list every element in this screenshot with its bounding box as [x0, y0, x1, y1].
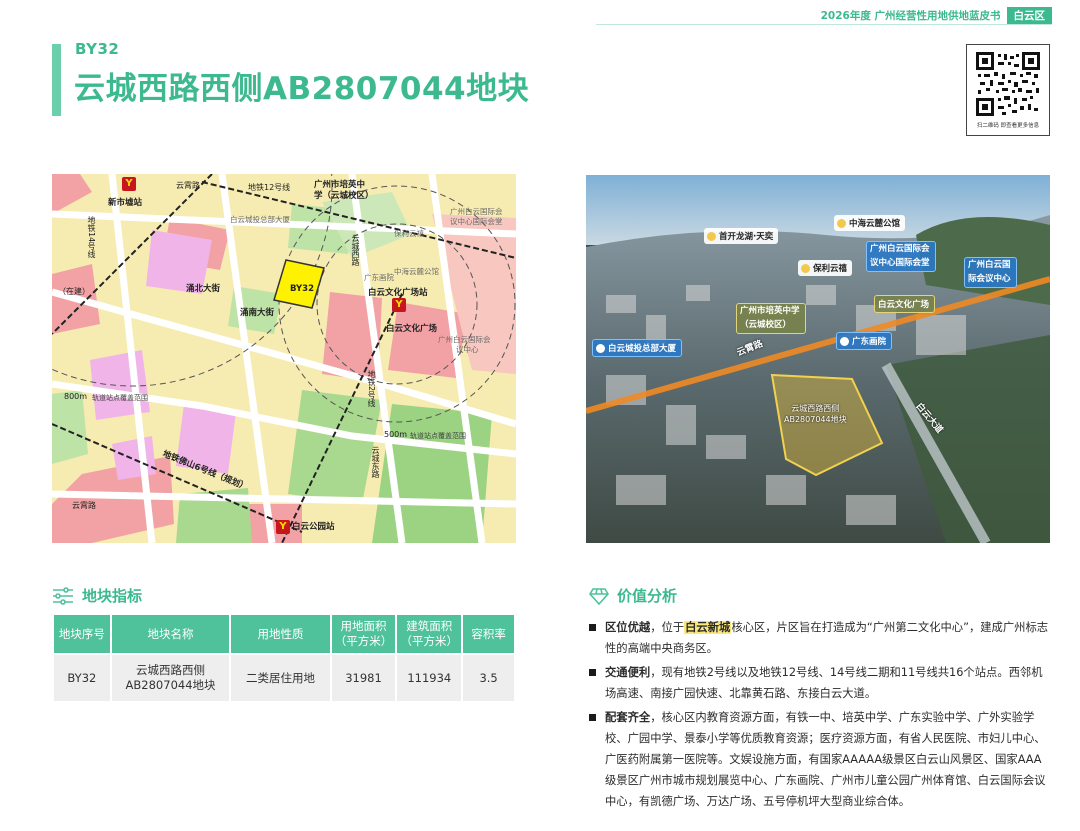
- map-label: 广东画院: [364, 273, 394, 282]
- column-header: 用地面积 （平方米）: [329, 613, 398, 655]
- cell-far: 3.5: [461, 653, 516, 703]
- map-label: 学（云城校区）: [314, 191, 374, 201]
- map-label: BY32: [290, 284, 314, 294]
- map-label: 云霄路: [176, 181, 200, 190]
- location-pin-icon: [837, 218, 846, 228]
- metro-station-icon: Y: [392, 298, 406, 312]
- cell-floor-area: 111934: [395, 653, 464, 703]
- page-title: 云城西路西侧AB2807044地块: [74, 71, 530, 107]
- map-label: 议中心: [456, 345, 479, 354]
- map-label: 800m: [64, 392, 88, 401]
- analysis-heading: 价值分析: [589, 585, 677, 606]
- map-label: 议中心国际会堂: [450, 217, 503, 226]
- map-label: 白云公园站: [292, 522, 335, 532]
- aerial-photo: 首开龙湖·天奕 中海云麓公馆 保利云禧 广州白云国际会 议中心国际会堂 广州白云国…: [586, 175, 1050, 543]
- bullet-square-icon: [589, 714, 596, 721]
- photo-poi-tag: 保利云禧: [798, 260, 853, 276]
- series-title: 2026年度 广州经营性用地供地蓝皮书: [820, 9, 1001, 22]
- photo-poi-tag: 首开龙湖·天奕: [704, 228, 779, 244]
- qr-code-box[interactable]: 扫二维码 即查看更多信息: [966, 44, 1050, 136]
- list-item: 配套齐全，核心区内教育资源方面，有铁一中、培英中学、广东实验中学、广外实验学校、…: [589, 707, 1051, 812]
- qr-caption: 扫二维码 即查看更多信息: [976, 123, 1040, 129]
- map-label: 白云文化广场站: [368, 288, 428, 298]
- column-header: 地块序号: [52, 613, 112, 655]
- list-item: 区位优越，位于白云新城核心区，片区旨在打造成为“广州第二文化中心”，建成广州标志…: [589, 617, 1051, 659]
- list-item: 交通便利，现有地铁2号线以及地铁12号线、14号线二期和11号线共16个站点。西…: [589, 662, 1051, 704]
- map-label: 地铁2号线: [367, 370, 376, 408]
- photo-plot-label: 云城西路西侧 AB2807044地块: [784, 404, 847, 424]
- map-base: [52, 174, 516, 543]
- map-label: 轨道站点覆盖范围: [92, 394, 148, 402]
- column-header: 建筑面积 （平方米）: [395, 613, 464, 655]
- map-label: 涌北大街: [186, 284, 221, 294]
- aerial-photo-base: [586, 175, 1050, 543]
- table-row: BY32 云城西路西侧 AB2807044地块 二类居住用地 31981 1119…: [52, 653, 516, 703]
- location-pin-icon: [840, 336, 849, 346]
- map-label: 保利云禧: [394, 229, 424, 238]
- map-label: 云城东路: [371, 446, 380, 478]
- map-label: 涌南大街: [240, 308, 275, 318]
- photo-poi-tag: 广州市培英中学 （云城校区）: [736, 303, 806, 334]
- cell-land-use: 二类居住用地: [229, 653, 332, 703]
- metrics-heading: 地块指标: [52, 585, 142, 606]
- photo-poi-tag: 中海云麓公馆: [834, 215, 906, 231]
- location-pin-icon: [801, 263, 810, 273]
- photo-poi-tag: 广州白云国际会 议中心国际会堂: [866, 241, 936, 272]
- photo-poi-tag: 白云城投总部大厦: [592, 339, 683, 357]
- analysis-list: 区位优越，位于白云新城核心区，片区旨在打造成为“广州第二文化中心”，建成广州标志…: [589, 617, 1051, 815]
- diamond-icon: [589, 587, 609, 605]
- cell-land-area: 31981: [329, 653, 398, 703]
- qr-code-icon: [976, 52, 1040, 116]
- map-label: 地铁12号线: [248, 183, 291, 192]
- photo-poi-tag: 广州白云国 际会议中心: [964, 257, 1017, 288]
- map-label: 云霄路: [72, 501, 96, 510]
- column-header: 容积率: [461, 613, 516, 655]
- bullet-square-icon: [589, 669, 596, 676]
- planning-map: Y Y Y 新市墟站 云霄路 地铁12号线 广州市培英中 学（云城校区） 白云城…: [52, 174, 516, 543]
- plot-code: BY32: [75, 40, 120, 58]
- title-accent-bar: [52, 44, 61, 116]
- sliders-icon: [53, 586, 73, 605]
- table-header-row: 地块序号 地块名称 用地性质 用地面积 （平方米） 建筑面积 （平方米） 容积率: [52, 613, 516, 655]
- cell-plot-name: 云城西路西侧 AB2807044地块: [109, 653, 232, 703]
- metro-station-icon: Y: [122, 177, 136, 191]
- map-label: 地铁14号线: [87, 216, 96, 259]
- map-label: 白云城投总部大厦: [230, 215, 290, 224]
- bullet-square-icon: [589, 624, 596, 631]
- map-label: 白云文化广场: [386, 324, 438, 334]
- metro-station-icon: Y: [276, 520, 290, 534]
- column-header: 地块名称: [109, 613, 232, 655]
- district-badge: 白云区: [1006, 6, 1052, 24]
- map-label: 轨道站点覆盖范围: [410, 432, 466, 440]
- column-header: 用地性质: [229, 613, 332, 655]
- photo-poi-tag: 白云文化广场: [874, 295, 936, 313]
- location-pin-icon: [596, 343, 605, 353]
- map-label: 新市墟站: [108, 198, 143, 208]
- page-header: 2026年度 广州经营性用地供地蓝皮书 白云区: [821, 6, 1052, 24]
- map-label: 云城西路: [351, 234, 360, 266]
- metrics-table: 地块序号 地块名称 用地性质 用地面积 （平方米） 建筑面积 （平方米） 容积率…: [52, 613, 516, 703]
- header-divider: [596, 24, 1052, 25]
- map-label: 中海云麓公馆: [394, 267, 439, 276]
- location-pin-icon: [707, 231, 716, 241]
- map-label: 500m: [384, 430, 408, 439]
- map-label: （在建）: [58, 287, 90, 296]
- photo-poi-tag: 广东画院: [836, 332, 893, 350]
- cell-plot-code: BY32: [52, 653, 112, 703]
